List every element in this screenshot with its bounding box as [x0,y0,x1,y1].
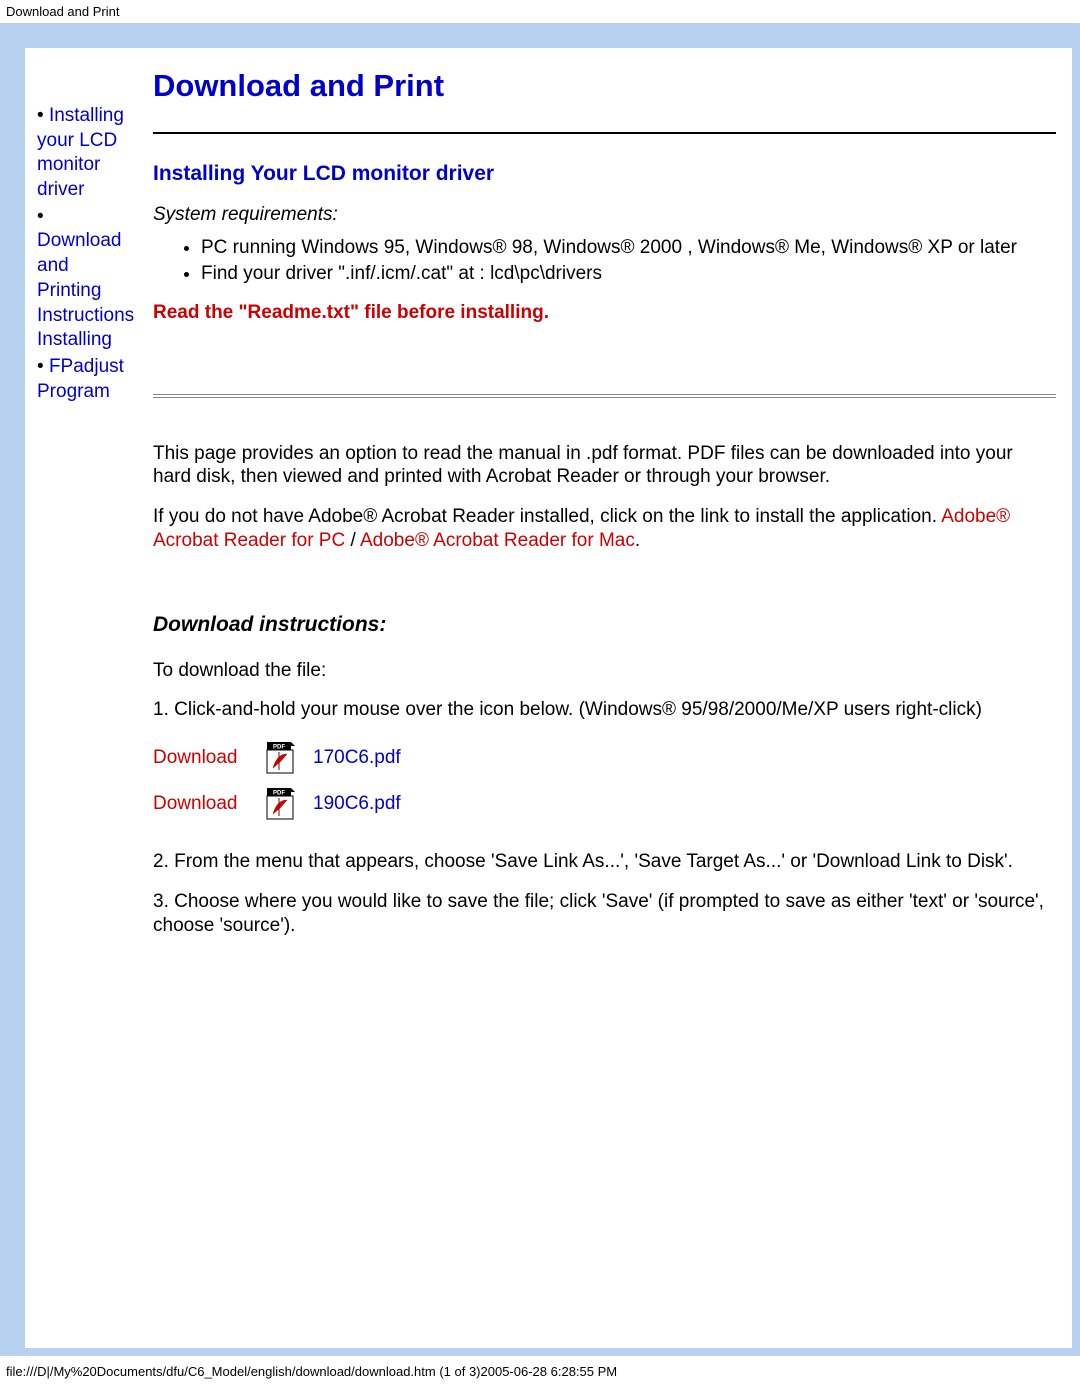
sidebar-link[interactable]: FPadjust Program [37,356,124,402]
body-paragraph: This page provides an option to read the… [153,442,1056,490]
text: / [345,530,360,551]
main-content: Download and Print Installing Your LCD m… [135,48,1072,1348]
body-paragraph: To download the file: [153,659,1056,683]
acrobat-mac-link[interactable]: Adobe® Acrobat Reader for Mac [360,530,635,551]
content-box: • Installing your LCD monitor driver • D… [25,48,1072,1348]
readme-note: Read the "Readme.txt" file before instal… [153,302,1056,324]
requirement-item: PC running Windows 95, Windows® 98, Wind… [201,236,1056,260]
download-row: Download PDF 170C6.pdf [153,742,1056,774]
pdf-icon[interactable]: PDF [265,742,295,774]
bullet-icon: • [37,105,49,126]
requirements-list: PC running Windows 95, Windows® 98, Wind… [153,236,1056,286]
text: If you do not have Adobe® Acrobat Reader… [153,506,941,527]
step-2: 2. From the menu that appears, choose 'S… [153,850,1056,874]
body-paragraph: If you do not have Adobe® Acrobat Reader… [153,505,1056,553]
bullet-icon: • [37,356,49,377]
step-1: 1. Click-and-hold your mouse over the ic… [153,698,1056,722]
sidebar-item-installing[interactable]: • Installing your LCD monitor driver [37,104,133,203]
divider-wrap [153,394,1056,398]
step-3: 3. Choose where you would like to save t… [153,890,1056,938]
footer-path: file:///D|/My%20Documents/dfu/C6_Model/e… [0,1356,1080,1385]
pdf-file-link[interactable]: 190C6.pdf [313,793,401,815]
download-table: Download PDF 170C6.pdf Do [153,742,1056,820]
sidebar: • Installing your LCD monitor driver • D… [25,48,135,1348]
pdf-icon[interactable]: PDF [265,788,295,820]
download-row: Download PDF 190C6.pdf [153,788,1056,820]
download-label: Download [153,747,265,769]
header-path: Download and Print [0,0,1080,23]
sidebar-item-download[interactable]: • Download and Printing Instructions Ins… [37,205,133,353]
pdf-file-link[interactable]: 170C6.pdf [313,747,401,769]
main-wrap: • Installing your LCD monitor driver • D… [0,23,1080,1356]
divider [153,394,1056,395]
sidebar-link[interactable]: Download and Printing Instructions Insta… [37,230,134,350]
text: . [635,530,640,551]
download-instructions-heading: Download instructions: [153,613,1056,637]
sidebar-item-fpadjust[interactable]: • FPadjust Program [37,355,133,404]
requirement-item: Find your driver ".inf/.icm/.cat" at : l… [201,262,1056,286]
divider [153,397,1056,398]
sidebar-link[interactable]: Installing your LCD monitor driver [37,105,124,200]
bullet-icon: • [37,206,44,227]
page-title: Download and Print [153,68,1056,104]
section-title-installing: Installing Your LCD monitor driver [153,162,1056,186]
system-requirements-label: System requirements: [153,204,1056,226]
download-label: Download [153,793,265,815]
divider [153,132,1056,134]
